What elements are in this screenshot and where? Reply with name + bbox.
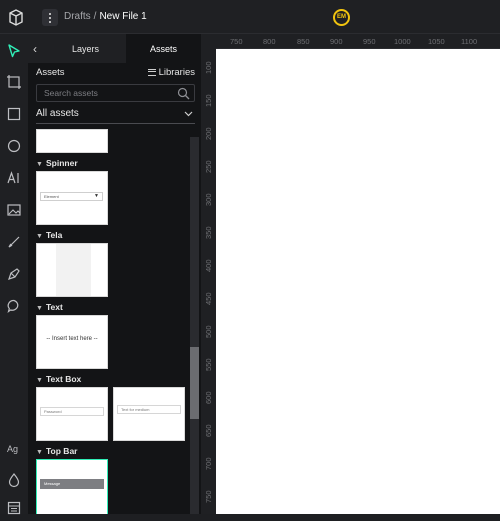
group-title: Tela (46, 230, 63, 240)
search-input[interactable] (42, 87, 172, 99)
path-tool-icon[interactable] (6, 266, 22, 282)
chevron-down-icon: ▼ (36, 377, 43, 384)
ruler-horizontal: 750 800 850 900 950 1000 1050 1100 (201, 34, 500, 49)
assets-scrollbar[interactable] (190, 137, 199, 514)
assets-filter-value: All assets (36, 108, 79, 119)
top-bar-preview-text: Message (44, 481, 61, 486)
ruler-tick: 900 (330, 37, 343, 46)
ruler-tick: 850 (297, 37, 310, 46)
ruler-tick: 800 (263, 37, 276, 46)
chevron-down-icon: ▼ (36, 449, 43, 456)
user-avatar[interactable]: EM (333, 9, 350, 26)
file-name[interactable]: New File 1 (99, 11, 146, 22)
caret-down-icon: ▼ (94, 193, 99, 199)
group-title: Text (46, 302, 63, 312)
input-preview-text: Password (44, 409, 62, 414)
dropdown-preview: Element ▼ (40, 192, 103, 201)
ruler-tick: 100 (204, 61, 213, 74)
input-preview: Text for medium (117, 405, 181, 414)
assets-panel: ‹ Layers Assets Assets Libraries All ass… (28, 34, 201, 514)
move-tool-icon[interactable] (6, 43, 22, 59)
ruler-tick: 1050 (428, 37, 445, 46)
assets-filter-select[interactable]: All assets (36, 108, 195, 124)
group-title: Spinner (46, 158, 78, 168)
tela-preview (56, 244, 91, 296)
chevron-down-icon: ▼ (36, 305, 43, 312)
input-preview: Password (40, 407, 104, 416)
breadcrumb: Drafts / New File 1 (64, 11, 147, 22)
asset-card-text[interactable]: -- Insert text here -- (36, 315, 108, 369)
top-bar-preview: Message (40, 479, 104, 489)
ruler-tick: 450 (204, 292, 213, 305)
tab-layers[interactable]: Layers (48, 34, 123, 63)
ruler-tick: 200 (204, 127, 213, 140)
ruler-tick: 700 (204, 457, 213, 470)
ruler-tick: 950 (363, 37, 376, 46)
ruler-tick: 1000 (394, 37, 411, 46)
ruler-tick: 750 (204, 490, 213, 503)
ellipse-tool-icon[interactable] (6, 138, 22, 154)
tab-assets[interactable]: Assets (126, 34, 201, 63)
top-bar: Drafts / New File 1 EM (0, 0, 500, 34)
chevron-down-icon: ▼ (36, 233, 43, 240)
ruler-tick: 250 (204, 160, 213, 173)
ruler-tick: 150 (204, 94, 213, 107)
ruler-tick: 750 (230, 37, 243, 46)
text-preview: -- Insert text here -- (46, 336, 98, 342)
ruler-tick: 600 (204, 391, 213, 404)
ruler-tick: 300 (204, 193, 213, 206)
asset-card-partial[interactable] (36, 129, 108, 153)
rectangle-tool-icon[interactable] (6, 106, 22, 122)
assets-scrollbar-thumb[interactable] (190, 347, 199, 419)
ruler-tick: 400 (204, 259, 213, 272)
ruler-vertical: 100 150 200 250 300 350 400 450 500 550 … (201, 49, 216, 514)
ruler-tick: 350 (204, 226, 213, 239)
asset-card-tela[interactable] (36, 243, 108, 297)
group-title: Top Bar (46, 446, 78, 456)
libraries-label: Libraries (158, 67, 195, 78)
ruler-tick: 1100 (461, 37, 478, 46)
libraries-icon (147, 68, 156, 76)
libraries-button[interactable]: Libraries (147, 67, 195, 78)
group-spinner[interactable]: ▼ Spinner (36, 158, 78, 168)
group-title: Text Box (46, 374, 82, 384)
main-menu-button[interactable] (42, 9, 58, 26)
search-icon[interactable] (177, 87, 190, 100)
assets-title: Assets (36, 67, 65, 78)
ruler-tick: 650 (204, 424, 213, 437)
group-text[interactable]: ▼ Text (36, 302, 63, 312)
artboard[interactable] (216, 49, 500, 514)
comments-tool-icon[interactable] (6, 298, 22, 314)
penpot-logo-icon[interactable] (6, 7, 26, 27)
search-box (36, 84, 195, 102)
typography-icon[interactable]: Ag (6, 440, 22, 456)
svg-text:Ag: Ag (7, 444, 18, 454)
panel-tabs: ‹ Layers Assets (28, 34, 201, 63)
breadcrumb-project[interactable]: Drafts (64, 11, 91, 22)
ruler-tick: 500 (204, 325, 213, 338)
group-tela[interactable]: ▼ Tela (36, 230, 62, 240)
dropdown-preview-text: Element (44, 194, 59, 199)
curve-tool-icon[interactable] (6, 234, 22, 250)
asset-card-text-box-1[interactable]: Password (36, 387, 108, 441)
assets-list[interactable]: ▼ Spinner Element ▼ ▼ Tela ▼ Text -- Insert… (28, 129, 201, 514)
text-tool-icon[interactable] (6, 170, 22, 186)
ruler-corner (201, 34, 216, 49)
image-tool-icon[interactable] (6, 202, 22, 218)
breadcrumb-separator: / (93, 11, 97, 22)
ruler-tick: 550 (204, 358, 213, 371)
board-tool-icon[interactable] (6, 74, 22, 90)
group-text-box[interactable]: ▼ Text Box (36, 374, 81, 384)
group-top-bar[interactable]: ▼ Top Bar (36, 446, 77, 456)
chevron-down-icon (184, 111, 193, 117)
asset-card-text-box-2[interactable]: Text for medium (113, 387, 185, 441)
color-palette-icon[interactable] (6, 472, 22, 488)
chevron-down-icon: ▼ (36, 161, 43, 168)
input-preview-text: Text for medium (121, 407, 150, 412)
collapse-panel-icon[interactable]: ‹ (33, 42, 45, 56)
asset-card-top-bar[interactable]: Message (36, 459, 108, 514)
toolbar: Ag (0, 34, 28, 515)
asset-card-spinner[interactable]: Element ▼ (36, 171, 108, 225)
